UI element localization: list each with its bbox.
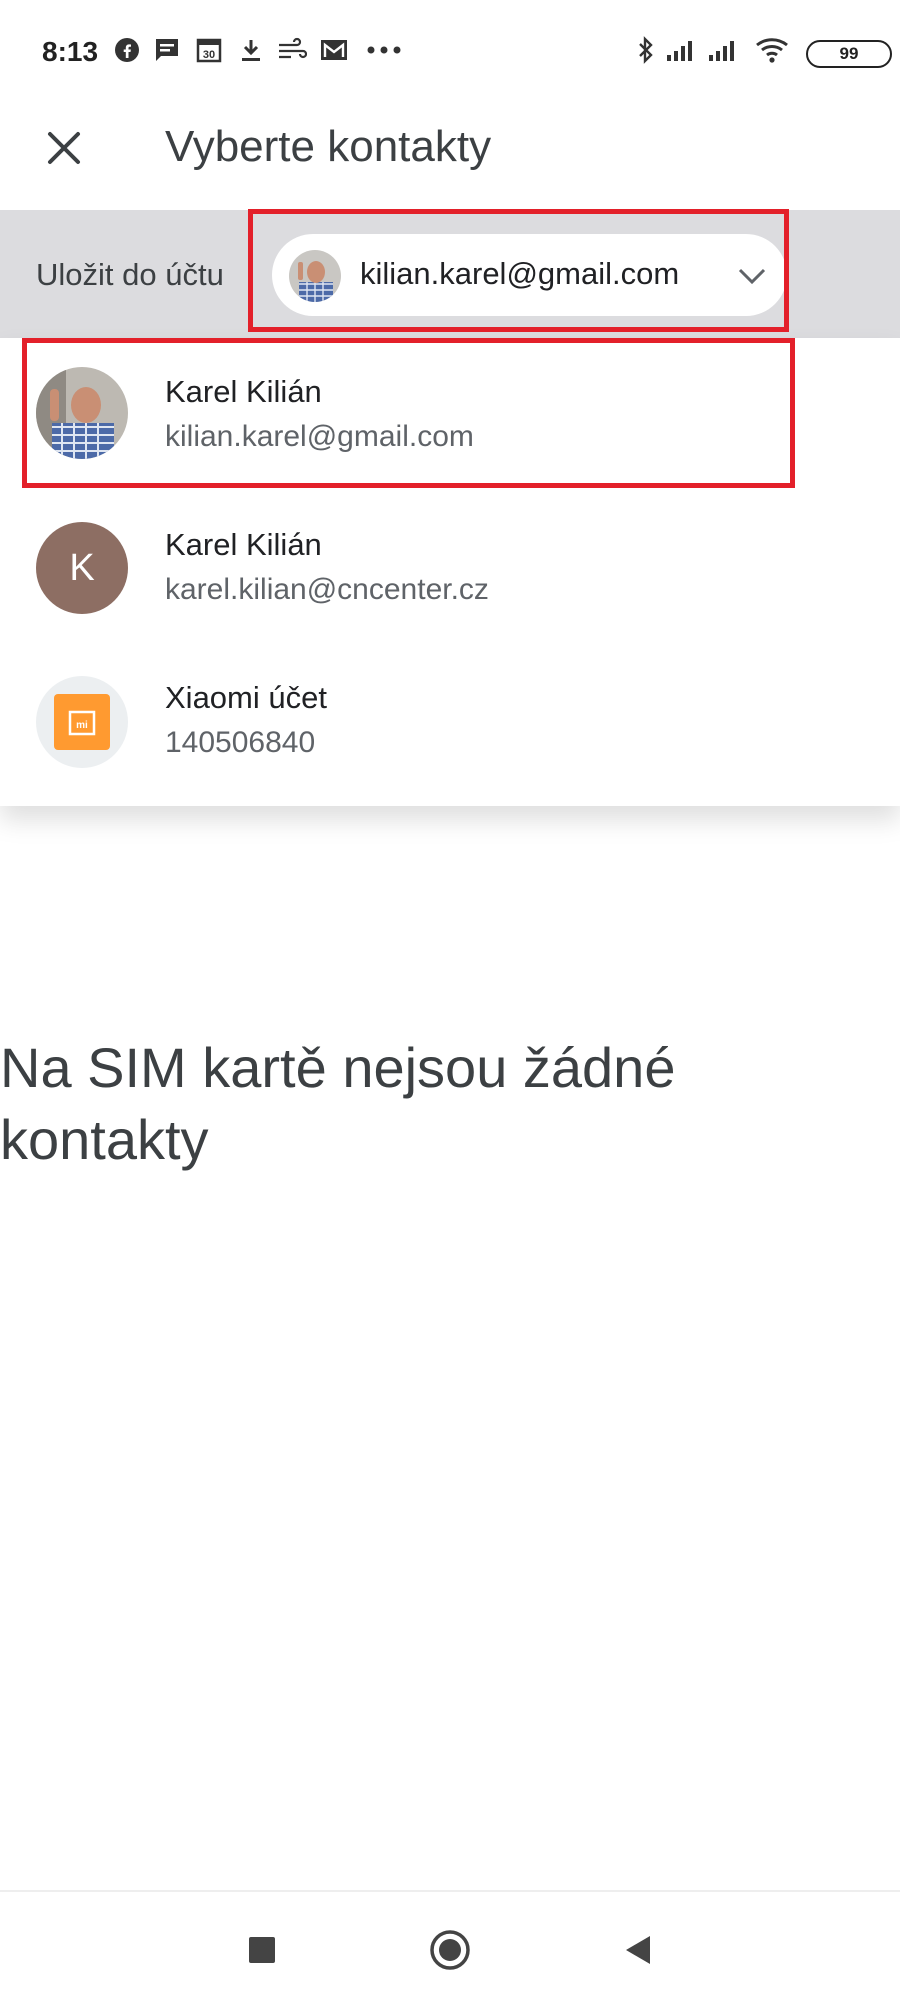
- more-dots-icon: [364, 36, 404, 64]
- message-icon: [152, 36, 182, 64]
- list-item[interactable]: mi Xiaomi účet 140506840: [0, 648, 900, 798]
- signal-icon: [706, 36, 742, 64]
- calendar-icon: 30: [194, 36, 224, 64]
- bluetooth-icon: [634, 36, 658, 64]
- avatar-letter: K: [69, 546, 95, 589]
- empty-state-line: Na SIM kartě nejsou žádné: [0, 1036, 676, 1099]
- list-item[interactable]: K Karel Kilián karel.kilian@cncenter.cz: [0, 493, 900, 643]
- avatar: K: [36, 522, 128, 614]
- empty-state-message: Na SIM kartě nejsou žádné kontakty: [0, 1032, 760, 1176]
- highlight-box: [248, 209, 789, 332]
- home-circle-icon[interactable]: [420, 1920, 480, 1980]
- wifi-icon: [752, 36, 796, 64]
- save-to-account-label: Uložit do účtu: [36, 257, 224, 292]
- account-name: Xiaomi účet: [165, 680, 327, 715]
- facebook-icon: [112, 36, 142, 64]
- download-icon: [236, 36, 266, 64]
- highlight-box: [22, 338, 795, 488]
- status-time: 8:13: [42, 36, 99, 67]
- avatar: mi: [36, 676, 128, 768]
- back-triangle-icon[interactable]: [608, 1920, 668, 1980]
- account-id: 140506840: [165, 726, 316, 759]
- svg-text:30: 30: [203, 49, 215, 61]
- empty-state-line: kontakty: [0, 1108, 209, 1171]
- page-title: Vyberte kontakty: [165, 122, 492, 171]
- signal-icon: [664, 36, 700, 64]
- account-name: Karel Kilián: [165, 527, 322, 562]
- account-email: karel.kilian@cncenter.cz: [165, 573, 489, 606]
- svg-text:mi: mi: [76, 720, 88, 731]
- wind-icon: [276, 36, 308, 64]
- xiaomi-logo-icon: mi: [54, 694, 110, 750]
- gmail-icon: [318, 36, 350, 64]
- battery-indicator: 99: [806, 40, 892, 68]
- close-icon[interactable]: [34, 118, 94, 178]
- recents-square-icon[interactable]: [232, 1920, 292, 1980]
